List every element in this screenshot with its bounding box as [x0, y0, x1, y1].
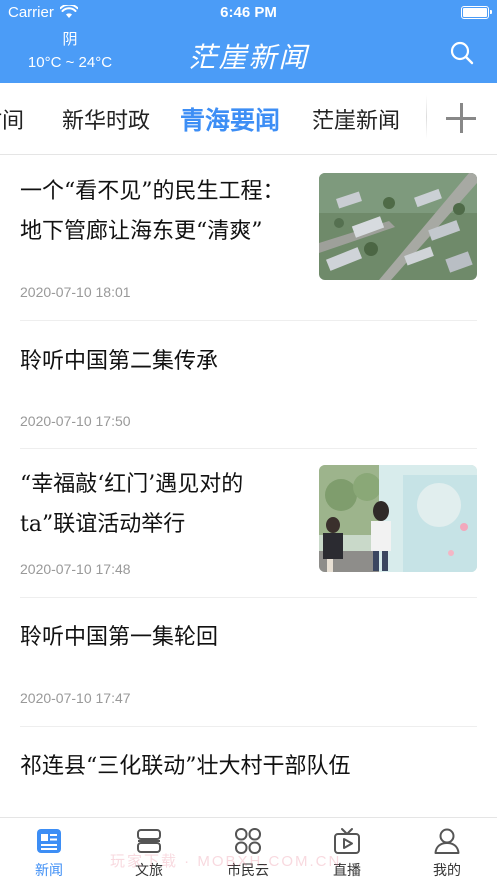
news-icon [37, 829, 61, 853]
app-title: 茫崖新闻 [188, 41, 309, 74]
battery-icon [461, 6, 492, 19]
citizen-cloud-icon [235, 828, 261, 854]
tabbar-live[interactable]: 直播 [307, 826, 387, 880]
tabbar-news[interactable]: 新闻 [9, 826, 89, 880]
news-item[interactable]: “幸福敲‘红门’遇见对的ta”联谊活动举行 2020-07-10 17:48 [20, 449, 477, 598]
painting-wall-photo [319, 465, 477, 572]
tabbar-label: 我的 [433, 863, 461, 879]
news-thumbnail [319, 465, 477, 572]
tabbar-label: 文旅 [135, 863, 163, 879]
tab-partial[interactable]: 时间 [0, 103, 24, 135]
news-list: 一个“看不见”的民生工程：地下管廊让海东更“清爽” 2020-07-10 18:… [0, 156, 497, 817]
culture-travel-icon [137, 829, 161, 853]
tabbar-culture-travel[interactable]: 文旅 [109, 826, 189, 880]
news-title: 聆听中国第二集传承 [20, 349, 219, 374]
news-item[interactable]: 祁连县“三化联动”壮大村干部队伍 [20, 727, 477, 817]
tab-mangya-news[interactable]: 茫崖新闻 [312, 103, 400, 135]
tabbar-label: 直播 [333, 863, 361, 879]
news-title: 祁连县“三化联动”壮大村干部队伍 [20, 754, 351, 779]
add-channel-icon[interactable] [444, 101, 478, 135]
tabbar-citizen-cloud[interactable]: 市民云 [208, 826, 288, 880]
news-date: 2020-07-10 17:48 [20, 561, 131, 577]
channel-tabs: 时间 新华时政 青海要闻 茫崖新闻 [0, 83, 497, 155]
news-date: 2020-07-10 17:50 [20, 413, 131, 429]
tabbar-label: 新闻 [35, 863, 63, 879]
aerial-city-photo [319, 173, 477, 280]
news-item[interactable]: 一个“看不见”的民生工程：地下管廊让海东更“清爽” 2020-07-10 18:… [20, 156, 477, 321]
news-date: 2020-07-10 17:47 [20, 690, 131, 706]
news-title: 聆听中国第一集轮回 [20, 625, 219, 650]
tab-qinghai-news[interactable]: 青海要闻 [180, 101, 280, 137]
news-thumbnail [319, 173, 477, 280]
status-bar: Carrier 6:46 PM [0, 0, 497, 26]
news-item[interactable]: 聆听中国第一集轮回 2020-07-10 17:47 [20, 598, 477, 727]
news-item[interactable]: 聆听中国第二集传承 2020-07-10 17:50 [20, 321, 477, 449]
live-tv-icon [334, 828, 360, 854]
tabbar-profile[interactable]: 我的 [407, 826, 487, 880]
tabs-divider [426, 95, 427, 139]
tabbar-label: 市民云 [227, 863, 269, 879]
tab-xinhua-politics[interactable]: 新华时政 [62, 103, 150, 135]
news-title: 一个“看不见”的民生工程：地下管廊让海东更“清爽” [20, 179, 285, 244]
news-date: 2020-07-10 18:01 [20, 284, 131, 300]
search-icon[interactable] [449, 40, 475, 66]
profile-icon [434, 828, 460, 854]
bottom-tab-bar: 新闻 文旅 市民云 直播 我的 玩家下载 · MOBXH.COM.CN [0, 817, 497, 883]
status-time: 6:46 PM [220, 4, 277, 21]
news-title: “幸福敲‘红门’遇见对的ta”联谊活动举行 [20, 472, 244, 537]
app-header: Carrier 6:46 PM 阴 10°C ~ 24°C 茫崖新闻 [0, 0, 497, 83]
